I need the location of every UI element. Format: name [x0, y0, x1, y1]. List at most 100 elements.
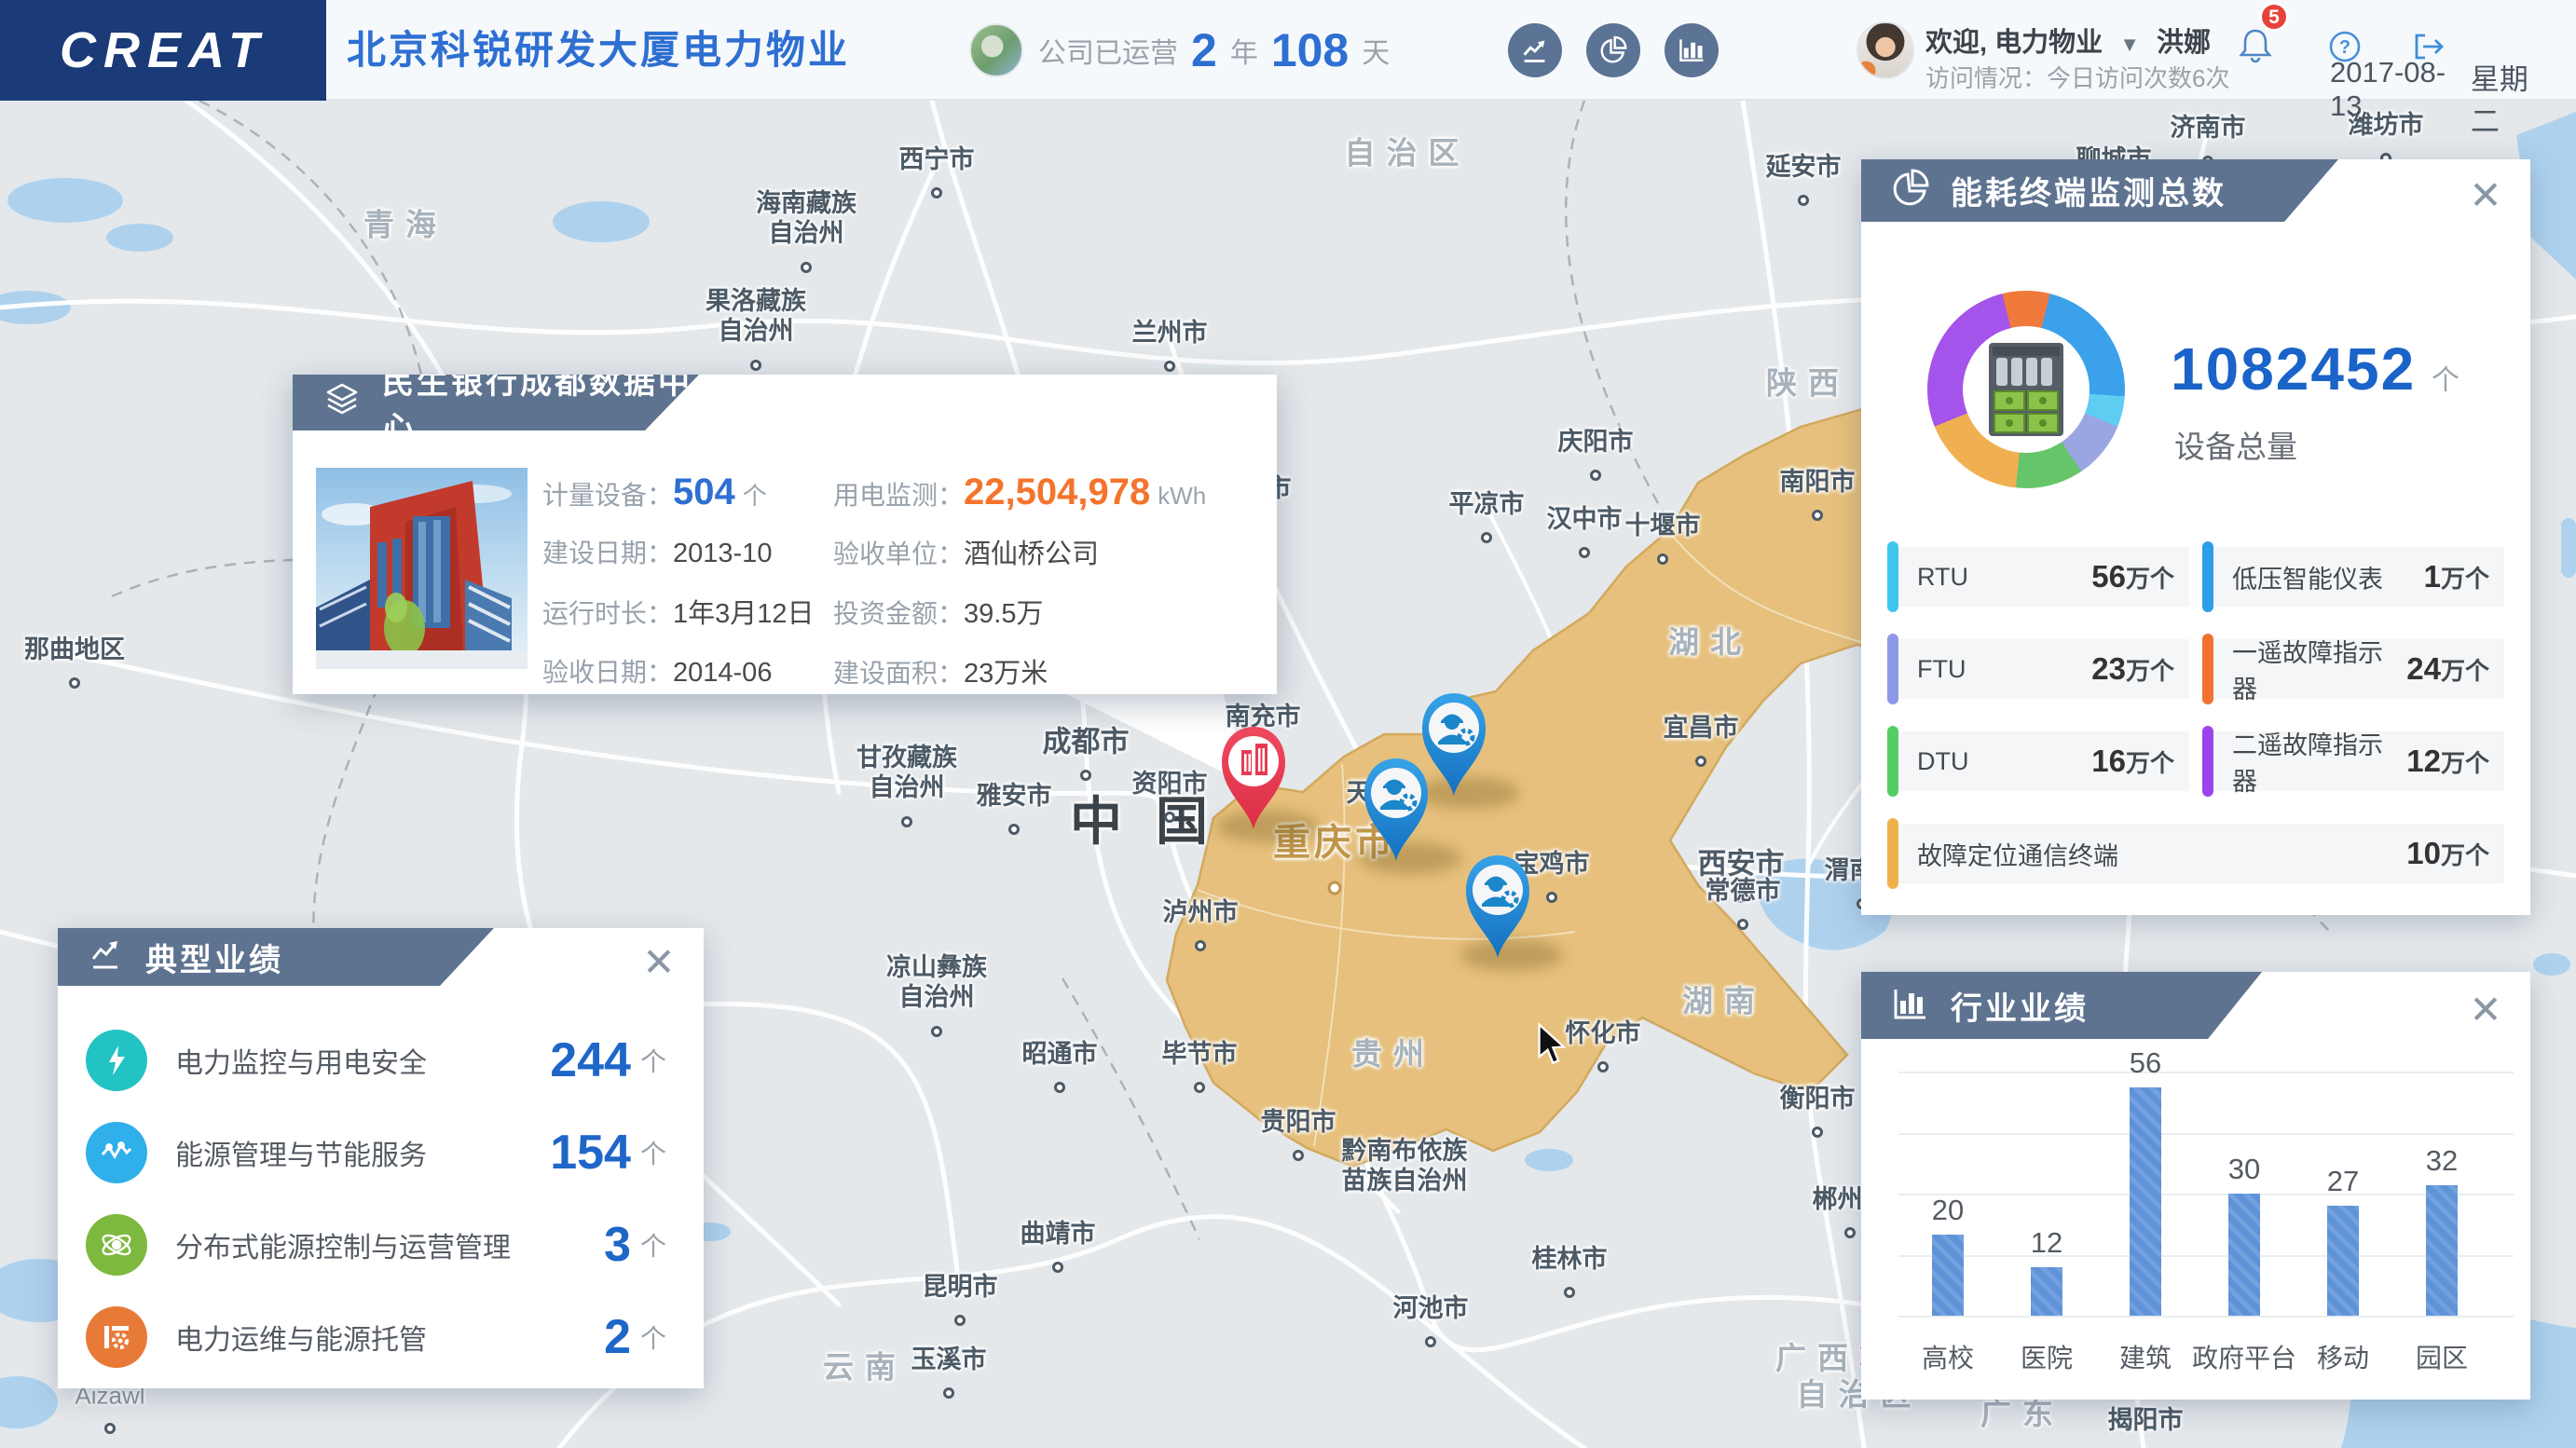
- perf-item: 分布式能源控制与运营管理 3 个: [86, 1198, 666, 1291]
- map-city-dot: [931, 1026, 942, 1037]
- map-city-dot: [1195, 940, 1206, 951]
- terminal-type-row: RTU 56 万个: [1887, 541, 2189, 612]
- map-label: 延安市: [1765, 153, 1842, 182]
- gridline: [1898, 1072, 2514, 1073]
- terminal-type-row: DTU 16 万个: [1887, 726, 2189, 797]
- close-icon[interactable]: ✕: [640, 943, 678, 982]
- date-text: 2017-08-13: [2330, 56, 2446, 122]
- color-bar: [1887, 726, 1898, 797]
- terminal-monitor-panel: 能耗终端监测总数 ✕ 1082452 个 设备总量 RTU 56 万个 低压智能…: [1861, 159, 2530, 915]
- map-label: 毕节市: [1161, 1040, 1238, 1069]
- popup-stat: 用电监测：22,504,978 kWh: [833, 471, 1207, 512]
- industry-performance-panel: 行业业绩 ✕ 20 高校 12 医院 56 建筑 30 政府平台 27 移动 32 园区: [1861, 972, 2530, 1400]
- map-label: 衡阳市: [1779, 1085, 1856, 1113]
- popup-stat: 计量设备：504 个: [542, 471, 767, 512]
- map-city-dot: [1052, 1262, 1063, 1273]
- map-city-dot: [1327, 881, 1342, 895]
- pie-chart-toggle-icon[interactable]: [1586, 23, 1640, 77]
- trend-chart-toggle-icon[interactable]: [1508, 23, 1562, 77]
- worker-pin-icon[interactable]: [1459, 850, 1537, 962]
- device-total-label: 设备总量: [2174, 430, 2297, 464]
- tools-icon: [86, 1305, 147, 1368]
- bar-value-label: 32: [2425, 1144, 2459, 1178]
- perf-item: 电力监控与用电安全 244 个: [86, 1014, 666, 1106]
- bar-value-label: 56: [2129, 1046, 2162, 1080]
- popup-stat: 运行时长：1年3月12日: [542, 599, 815, 629]
- trend-chart-icon: [86, 935, 127, 980]
- map-label: 西宁市: [898, 145, 975, 174]
- page-title: 北京科锐研发大厦电力物业: [347, 28, 851, 72]
- map-label: 广东: [1980, 1396, 2064, 1431]
- map-city-dot: [1194, 1082, 1205, 1093]
- popup-stat: 验收单位：酒仙桥公司: [833, 540, 1100, 569]
- map-label: 兰州市: [1131, 319, 1208, 348]
- popup-stat: 投资金额：39.5万: [833, 599, 1044, 629]
- map-city-dot: [1597, 1061, 1609, 1072]
- map-label: 那曲地区: [24, 635, 125, 664]
- device-total-unit: 个: [2432, 365, 2460, 396]
- map-city-dot: [943, 1387, 954, 1399]
- perf-panel-title: 典型业绩: [145, 942, 283, 978]
- popup-header: 民生银行成都数据中心: [293, 375, 699, 430]
- terminal-type-list: RTU 56 万个 低压智能仪表 1 万个 FTU 23 万个 一遥故障指示器 24 万个 DTU 16 万…: [1887, 541, 2504, 889]
- map-label: 青海: [363, 207, 447, 242]
- gridline: [1898, 1316, 2514, 1318]
- perf-item: 电力运维与能源托管 2 个: [86, 1291, 666, 1383]
- chart-toolbar: [1508, 23, 1719, 77]
- ind-panel-title: 行业业绩: [1951, 990, 2089, 1027]
- map-city-dot: [69, 677, 80, 689]
- site-info-popup: 民生银行成都数据中心 计量设备：504 个 用电监测：22,504,978 kW…: [293, 375, 1277, 694]
- site-pin-icon[interactable]: [1214, 721, 1293, 833]
- terminal-type-row: 一遥故障指示器 24 万个: [2202, 634, 2504, 704]
- map-label: 湖南: [1682, 983, 1766, 1018]
- layers-icon: [321, 379, 363, 427]
- map-label: 贵州: [1351, 1036, 1435, 1072]
- gridline: [1898, 1194, 2514, 1195]
- terminal-type-row: 故障定位通信终端 10 万个: [1887, 818, 2504, 889]
- map-city-dot: [1590, 470, 1601, 481]
- map-label: 常德市: [1705, 877, 1781, 906]
- close-icon[interactable]: ✕: [2467, 176, 2504, 215]
- map-label: 昆明市: [922, 1273, 998, 1302]
- map-label: 庆阳市: [1557, 428, 1634, 457]
- map-city-dot: [1080, 770, 1091, 781]
- map-label: 南阳市: [1779, 468, 1856, 497]
- map-label: 曲靖市: [1020, 1220, 1096, 1249]
- map-city-dot: [1164, 812, 1175, 823]
- map-city-dot: [801, 262, 812, 273]
- bar-chart-toggle-icon[interactable]: [1665, 23, 1719, 77]
- color-bar: [1887, 634, 1898, 704]
- map-city-dot: [901, 816, 912, 827]
- terminal-type-row: 二遥故障指示器 12 万个: [2202, 726, 2504, 797]
- date-display: 2017-08-13 星期二: [2330, 56, 2544, 140]
- chevron-down-icon[interactable]: ▼: [2119, 33, 2140, 56]
- device-total-value: 1082452: [2171, 335, 2417, 403]
- map-city-dot: [1164, 361, 1175, 372]
- map-city-dot: [1481, 532, 1492, 543]
- map-label: 宜昌市: [1663, 714, 1739, 743]
- bar-value-label: 12: [2030, 1225, 2063, 1259]
- user-avatar[interactable]: [1857, 21, 1914, 79]
- map-city-dot: [1546, 892, 1557, 903]
- worker-pin-icon[interactable]: [1357, 753, 1435, 865]
- map-city-dot: [1812, 1127, 1823, 1138]
- perf-panel-header: 典型业绩: [58, 928, 494, 986]
- close-icon[interactable]: ✕: [2467, 990, 2504, 1030]
- atom-icon: [86, 1213, 147, 1276]
- gridline: [1898, 1254, 2514, 1257]
- term-panel-title: 能耗终端监测总数: [1951, 176, 2227, 212]
- notification-badge: 5: [2259, 2, 2289, 32]
- map-city-dot: [1564, 1287, 1575, 1298]
- map-city-dot: [104, 1423, 116, 1434]
- user-welcome[interactable]: 欢迎, 电力物业 ▼ 洪娜: [1925, 20, 2211, 60]
- perf-item: 能源管理与节能服务 154 个: [86, 1106, 666, 1198]
- weekday-text: 星期二: [2470, 63, 2528, 138]
- color-bar: [2202, 634, 2213, 704]
- map-label: 陕西: [1766, 365, 1850, 401]
- map-city-dot: [1579, 547, 1590, 558]
- map-city-dot: [1657, 553, 1668, 565]
- map-label: 湖北: [1668, 624, 1752, 660]
- terminal-type-row: FTU 23 万个: [1887, 634, 2189, 704]
- map-label: 凉山彝族 自治州: [886, 953, 987, 1011]
- map-label: 成都市: [1042, 725, 1130, 758]
